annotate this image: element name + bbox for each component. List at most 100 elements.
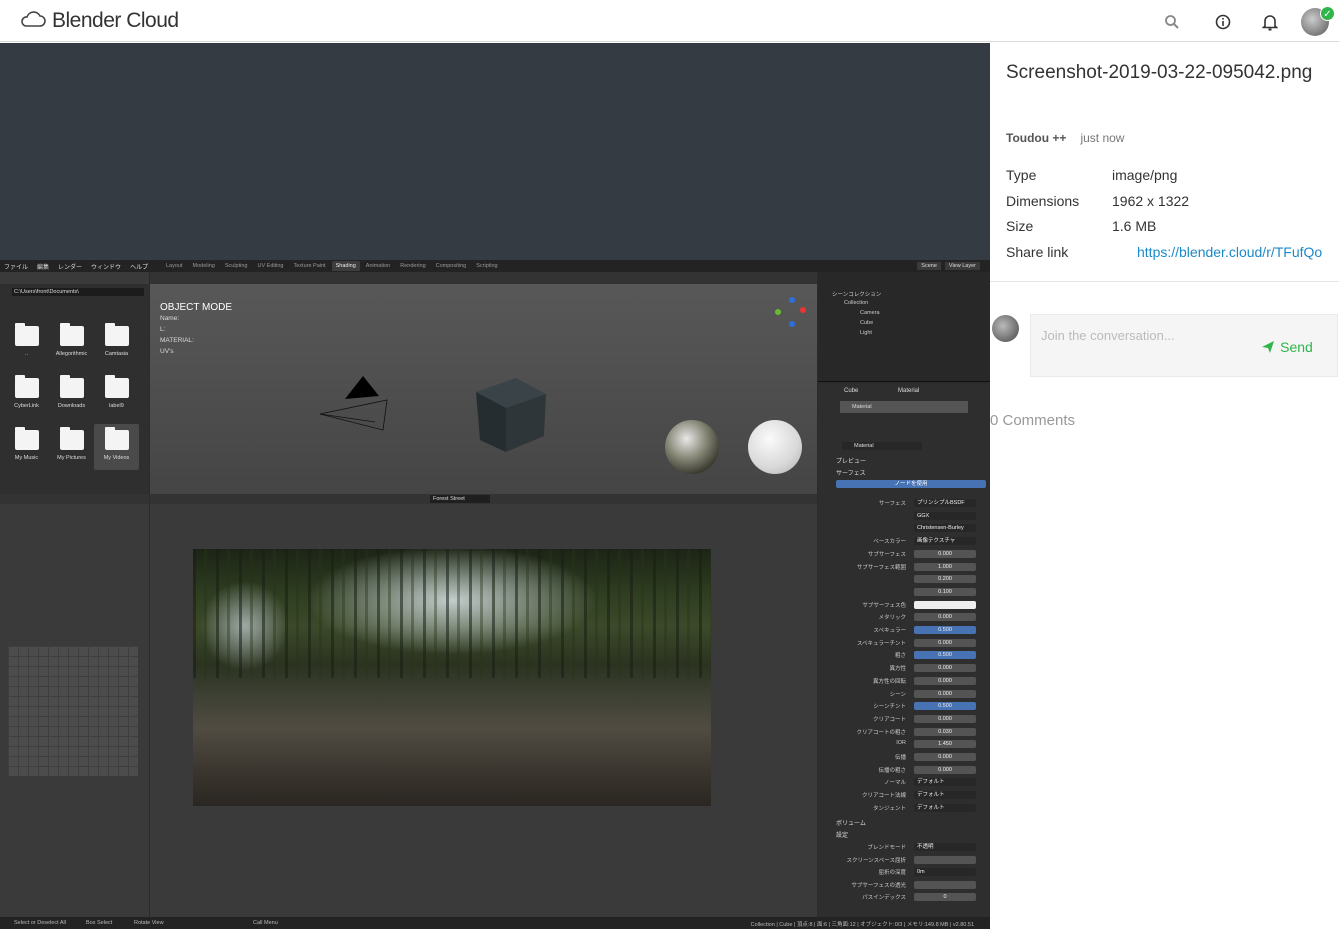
meta-row-size: Size 1.6 MB <box>1006 218 1336 244</box>
outliner-cube[interactable]: Cube <box>860 320 873 326</box>
property-value <box>914 855 976 864</box>
blender-menu-item: 編集 <box>37 265 50 271</box>
property-row: サーフェス プリンシプルBSDF <box>836 499 986 508</box>
blender-tab: Modeling <box>192 263 215 269</box>
mode-line-uv: UV's <box>160 348 174 355</box>
folder-item: CyberLink <box>4 372 49 418</box>
property-value: 0.200 <box>914 575 976 584</box>
send-button[interactable]: Send <box>1241 329 1333 365</box>
property-value: 0.000 <box>914 689 976 698</box>
mode-line-material: MATERIAL: <box>160 337 194 344</box>
property-row: Christensen-Burley <box>836 524 986 533</box>
blender-screenshot: ファイル 編集 レンダー ウィンドウ ヘルプ Layout Modeling Sculpti… <box>0 260 990 929</box>
section-settings: 設定 <box>836 833 849 839</box>
folder-icon <box>14 427 39 450</box>
blender-tab: Rendering <box>400 263 426 269</box>
property-row: 0.100 <box>836 587 986 597</box>
property-value: デフォルト <box>914 791 976 800</box>
material-name-field: Material <box>842 442 922 450</box>
divider <box>990 281 1339 282</box>
property-label: クリアコート <box>872 716 906 723</box>
property-row: タンジェント デフォルト <box>836 803 986 813</box>
folder-icon <box>59 427 84 450</box>
image-viewer: ファイル 編集 レンダー ウィンドウ ヘルプ Layout Modeling Sculpti… <box>0 43 990 929</box>
uv-grid <box>8 646 138 776</box>
property-value: 0.000 <box>914 638 976 647</box>
property-value: 不透明 <box>914 843 976 851</box>
property-row: ベースカラー 画像テクスチャ <box>836 537 986 546</box>
bell-icon[interactable] <box>1259 11 1281 33</box>
image-name-field: Forest Street <box>430 495 490 503</box>
property-label: シーンチント <box>873 704 906 711</box>
folder-item: label9 <box>94 372 139 418</box>
image-editor: Forest Street <box>150 494 817 917</box>
folder-icon <box>104 323 129 346</box>
folder-icon <box>14 323 39 346</box>
share-link[interactable]: https://blender.cloud/r/TFufQo <box>1137 244 1322 260</box>
property-value: 0.000 <box>914 676 976 685</box>
file-title: Screenshot-2019-03-22-095042.png <box>1006 62 1313 83</box>
property-value: デフォルト <box>914 803 976 812</box>
property-row: GGX <box>836 511 986 521</box>
property-row: サブサーフェス範囲 1.000 <box>836 562 986 572</box>
meta-row-dimensions: Dimensions 1962 x 1322 <box>1006 193 1336 219</box>
comment-input[interactable]: Join the conversation... <box>1041 328 1175 343</box>
outliner-collection[interactable]: Collection <box>844 300 868 306</box>
property-row: サブサーフェス 0.000 <box>836 549 986 559</box>
property-label: シーン <box>889 691 906 698</box>
folder-icon <box>59 323 84 346</box>
logo[interactable]: Blender Cloud <box>20 9 179 33</box>
property-value: 0.500 <box>914 651 976 660</box>
property-row: ノーマル デフォルト <box>836 778 986 787</box>
search-icon[interactable] <box>1161 11 1183 33</box>
properties-editor: Cube Material Material Material プレビュー サー… <box>818 384 990 917</box>
property-row: クリアコートの粗さ 0.030 <box>836 727 986 737</box>
blender-menu: ファイル 編集 レンダー ウィンドウ ヘルプ <box>4 262 148 271</box>
property-label: スペキュラーチント <box>856 640 906 647</box>
folder-label: CyberLink <box>14 403 39 409</box>
property-label: サブサーフェス範囲 <box>856 564 906 571</box>
hdri-diffuse-sphere <box>748 420 802 474</box>
outliner: シーンコレクション Collection Camera Cube Light <box>818 272 990 382</box>
avatar[interactable]: ✓ <box>1301 6 1335 36</box>
property-value: プリンシプルBSDF <box>914 499 976 507</box>
property-label: ノーマル <box>883 780 906 787</box>
property-row: 屈折の深度 0m <box>836 868 986 877</box>
status-stats: Collection | Cube | 頂点:8 | 面:6 | 三角面:12 … <box>750 922 974 928</box>
post-time: just now <box>1080 131 1125 145</box>
blender-tab: Scripting <box>476 263 498 269</box>
viewport-header <box>150 272 817 284</box>
folder-grid: .. Allegorithmic Camtasia CyberLink Download… <box>4 320 146 470</box>
property-value: 0.000 <box>914 664 976 673</box>
info-icon[interactable] <box>1212 11 1234 33</box>
property-label: サブサーフェス <box>867 551 906 558</box>
outliner-camera[interactable]: Camera <box>860 310 880 316</box>
property-value: 0m <box>914 868 976 877</box>
property-value <box>914 600 976 609</box>
author-name[interactable]: Toudou ++ <box>1006 131 1066 145</box>
property-value: 1.000 <box>914 562 976 571</box>
scene-field: Scene <box>917 262 941 270</box>
top-header: Blender Cloud ✓ <box>0 0 1339 42</box>
property-row: サブサーフェスの透光 <box>836 880 986 890</box>
props-tab-material: Material <box>898 388 920 394</box>
folder-item: .. <box>4 320 49 366</box>
property-row: スペキュラーチント 0.000 <box>836 638 986 648</box>
section-volume: ボリューム <box>836 821 866 827</box>
outliner-light[interactable]: Light <box>860 330 872 336</box>
meta-value: image/png <box>1112 167 1178 183</box>
blender-tab: Compositing <box>435 263 467 269</box>
props-tab-cube: Cube <box>844 388 859 394</box>
blender-menu-item: ファイル <box>4 265 29 271</box>
property-label: ベースカラー <box>873 539 906 546</box>
property-row: クリアコート法線 デフォルト <box>836 791 986 800</box>
property-label: サーフェス <box>878 501 906 507</box>
property-row: 伝播の粗さ 0.000 <box>836 765 986 775</box>
blender-tab: Texture Paint <box>293 263 326 269</box>
folder-label: My Pictures <box>57 455 86 461</box>
property-row: メタリック 0.000 <box>836 613 986 622</box>
property-value: 画像テクスチャ <box>914 537 976 546</box>
property-label: サブサーフェスの透光 <box>851 882 906 889</box>
blender-topbar: ファイル 編集 レンダー ウィンドウ ヘルプ Layout Modeling Sculpti… <box>0 260 990 272</box>
section-preview: プレビュー <box>836 459 867 465</box>
